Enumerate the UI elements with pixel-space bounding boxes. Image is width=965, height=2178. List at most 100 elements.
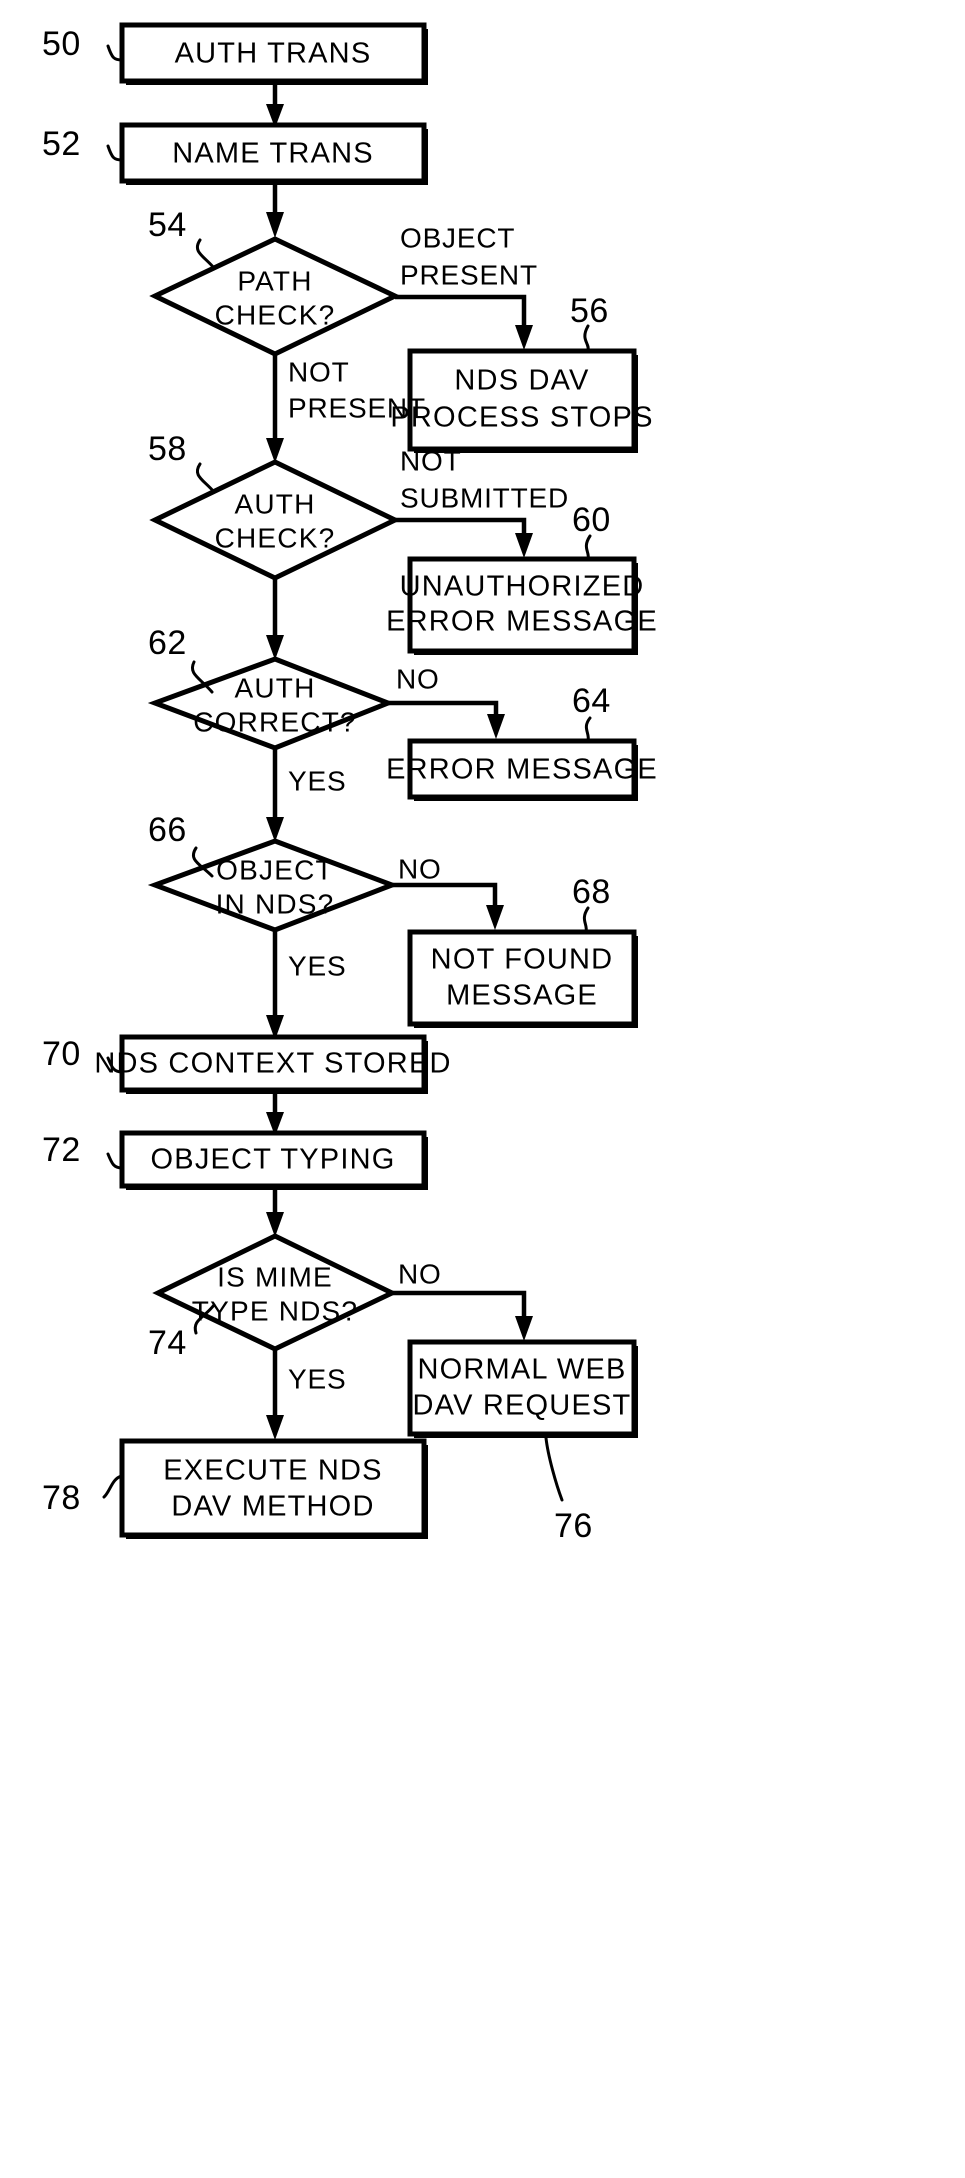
ref-number-56: 56 bbox=[570, 292, 609, 330]
ref-callout-72: 72 bbox=[42, 1131, 124, 1170]
node-name-trans: NAME TRANS bbox=[119, 122, 428, 185]
node-label-n78-line2: DAV METHOD bbox=[171, 1491, 374, 1523]
connector-66-to-68 bbox=[392, 882, 504, 930]
ref-callout-56: 56 bbox=[570, 292, 609, 353]
ref-callout-50: 50 bbox=[42, 25, 124, 63]
node-label-n76-line1: NORMAL WEB bbox=[417, 1354, 626, 1386]
node-label-n54-line2: CHECK? bbox=[215, 299, 336, 330]
connector-74-to-76 bbox=[392, 1290, 533, 1341]
node-label-n58-line1: AUTH bbox=[234, 488, 315, 519]
edge-label-yes-74: YES bbox=[288, 1363, 346, 1394]
node-label-n62-line1: AUTH bbox=[234, 672, 315, 703]
ref-number-50: 50 bbox=[42, 25, 81, 63]
edge-label-not-submitted-line1: NOT bbox=[400, 445, 462, 476]
ref-callout-54: 54 bbox=[148, 206, 216, 270]
connector-52-to-54 bbox=[266, 178, 284, 238]
edge-label-object-present-line2: PRESENT bbox=[400, 259, 538, 290]
edge-label-not-present-line1: NOT bbox=[288, 356, 350, 387]
ref-callout-60: 60 bbox=[572, 501, 611, 561]
node-execute-nds-dav-method: EXECUTE NDS DAV METHOD bbox=[119, 1438, 428, 1539]
ref-callout-52: 52 bbox=[42, 125, 124, 163]
node-label-n56-line2: PROCESS STOPS bbox=[390, 402, 653, 434]
node-label-n52: NAME TRANS bbox=[172, 138, 374, 170]
node-label-n62-line2: CORRECT? bbox=[193, 706, 357, 737]
edge-label-no-74: NO bbox=[398, 1258, 442, 1289]
edge-label-no-66: NO bbox=[398, 853, 442, 884]
ref-number-62: 62 bbox=[148, 624, 187, 662]
node-label-n74-line2: TYPE NDS? bbox=[192, 1295, 358, 1326]
node-label-n56-line1: NDS DAV bbox=[454, 365, 589, 397]
edge-label-object-present-line1: OBJECT bbox=[400, 222, 515, 253]
node-auth-correct: AUTH CORRECT? bbox=[147, 656, 395, 751]
node-object-in-nds: OBJECT IN NDS? bbox=[147, 838, 400, 933]
connector-70-to-72 bbox=[266, 1090, 284, 1136]
node-unauthorized-error-message: UNAUTHORIZED ERROR MESSAGE bbox=[386, 556, 658, 655]
edge-label-yes-66: YES bbox=[288, 950, 346, 981]
ref-callout-74: 74 bbox=[148, 1303, 216, 1362]
edge-label-no-62: NO bbox=[396, 663, 440, 694]
ref-number-64: 64 bbox=[572, 682, 611, 720]
node-label-n58-line2: CHECK? bbox=[215, 522, 336, 553]
node-label-n68-line1: NOT FOUND bbox=[431, 944, 614, 976]
node-nds-dav-process-stops: NDS DAV PROCESS STOPS bbox=[390, 348, 653, 453]
node-label-n60-line2: ERROR MESSAGE bbox=[386, 606, 658, 638]
ref-number-74: 74 bbox=[148, 1324, 187, 1362]
ref-callout-64: 64 bbox=[572, 682, 611, 743]
node-normal-web-dav-request: NORMAL WEB DAV REQUEST bbox=[407, 1339, 638, 1438]
node-label-n74-line1: IS MIME bbox=[217, 1261, 333, 1292]
node-object-typing: OBJECT TYPING bbox=[119, 1130, 428, 1190]
ref-number-68: 68 bbox=[572, 873, 611, 911]
ref-number-60: 60 bbox=[572, 501, 611, 539]
ref-callout-58: 58 bbox=[148, 430, 216, 494]
node-is-mime-type-nds: IS MIME TYPE NDS? bbox=[152, 1233, 398, 1352]
ref-callout-66: 66 bbox=[148, 811, 214, 878]
connector-62-to-64 bbox=[388, 700, 505, 739]
edge-label-not-present: NOT PRESENT bbox=[288, 356, 426, 423]
node-not-found-message: NOT FOUND MESSAGE bbox=[407, 929, 638, 1028]
node-label-n68-line2: MESSAGE bbox=[446, 980, 598, 1012]
patent-flowchart-figure: AUTH TRANS NAME TRANS PATH CHECK? NDS DA… bbox=[0, 0, 965, 2178]
node-label-n70: NDS CONTEXT STORED bbox=[94, 1048, 451, 1080]
edge-label-object-present: OBJECT PRESENT bbox=[400, 222, 538, 290]
connector-62-to-66 bbox=[266, 748, 284, 842]
ref-callout-78: 78 bbox=[42, 1474, 124, 1517]
ref-number-66: 66 bbox=[148, 811, 187, 849]
connector-50-to-52 bbox=[266, 82, 284, 128]
node-label-n64: ERROR MESSAGE bbox=[386, 754, 658, 786]
ref-number-70: 70 bbox=[42, 1035, 81, 1073]
node-label-n66-line1: OBJECT bbox=[216, 854, 334, 885]
flowchart-canvas: AUTH TRANS NAME TRANS PATH CHECK? NDS DA… bbox=[42, 22, 658, 1545]
node-label-n54-line1: PATH bbox=[237, 265, 312, 296]
connector-74-to-78 bbox=[266, 1349, 284, 1440]
ref-number-54: 54 bbox=[148, 206, 187, 244]
node-auth-trans: AUTH TRANS bbox=[119, 22, 428, 85]
node-label-n78-line1: EXECUTE NDS bbox=[163, 1455, 382, 1487]
connector-54-to-58 bbox=[266, 355, 284, 463]
ref-number-58: 58 bbox=[148, 430, 187, 468]
ref-callout-76: 76 bbox=[544, 1436, 593, 1545]
node-label-n60-line1: UNAUTHORIZED bbox=[400, 571, 645, 603]
node-error-message: ERROR MESSAGE bbox=[386, 738, 658, 801]
edge-label-not-submitted-line2: SUBMITTED bbox=[400, 482, 569, 513]
node-label-n76-line2: DAV REQUEST bbox=[413, 1390, 632, 1422]
node-auth-check: AUTH CHECK? bbox=[149, 459, 401, 581]
connector-58-to-62 bbox=[266, 578, 284, 660]
node-path-check: PATH CHECK? bbox=[149, 236, 401, 357]
connector-58-to-60 bbox=[395, 517, 533, 558]
node-label-n50: AUTH TRANS bbox=[175, 38, 372, 70]
ref-number-72: 72 bbox=[42, 1131, 81, 1169]
ref-callout-68: 68 bbox=[572, 873, 611, 934]
ref-number-78: 78 bbox=[42, 1479, 81, 1517]
connector-66-to-70 bbox=[266, 930, 284, 1040]
edge-label-not-submitted: NOT SUBMITTED bbox=[400, 445, 569, 513]
edge-label-not-present-line2: PRESENT bbox=[288, 392, 426, 423]
edge-label-yes-62: YES bbox=[288, 765, 346, 796]
ref-callout-62: 62 bbox=[148, 624, 214, 694]
connector-72-to-74 bbox=[266, 1186, 284, 1237]
ref-number-52: 52 bbox=[42, 125, 81, 163]
connector-54-to-56 bbox=[395, 294, 533, 350]
node-label-n66-line2: IN NDS? bbox=[216, 888, 335, 919]
node-label-n72: OBJECT TYPING bbox=[151, 1144, 396, 1176]
ref-number-76: 76 bbox=[554, 1507, 593, 1545]
node-nds-context-stored: NDS CONTEXT STORED bbox=[94, 1034, 451, 1094]
